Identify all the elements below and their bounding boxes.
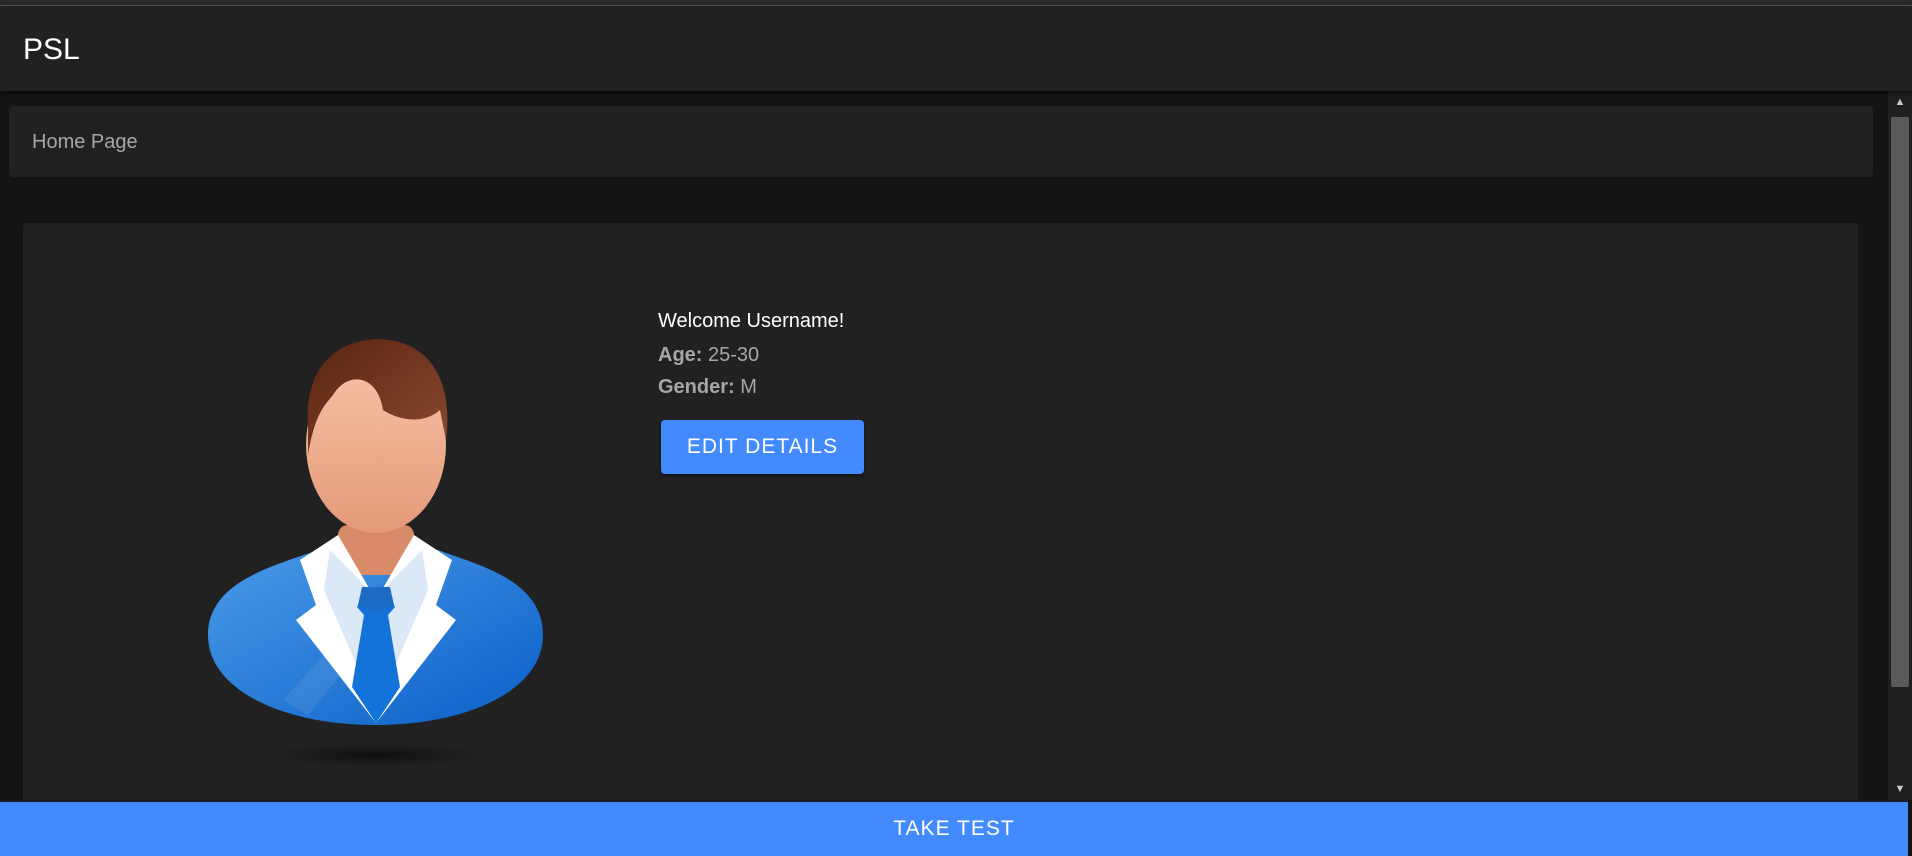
vertical-scrollbar[interactable]: ▲ ▼: [1888, 91, 1912, 800]
app-bar: PSL: [0, 6, 1912, 91]
age-row: Age: 25-30: [658, 343, 759, 367]
gender-label: Gender:: [658, 376, 735, 398]
gender-row: Gender: M: [658, 375, 757, 399]
take-test-label: TAKE TEST: [893, 817, 1015, 840]
breadcrumb: Home Page: [9, 106, 1873, 177]
user-avatar-icon: [208, 339, 543, 767]
take-test-button[interactable]: TAKE TEST: [0, 800, 1908, 856]
welcome-text: Welcome Username!: [658, 310, 845, 332]
main-content: Home Page Welcome Username! Age: 25-30 G…: [0, 91, 1888, 800]
app-title: PSL: [23, 33, 80, 66]
profile-card: Welcome Username! Age: 25-30 Gender: M E…: [23, 223, 1858, 800]
age-value: 25-30: [708, 344, 760, 366]
edit-details-button[interactable]: EDIT DETAILS: [661, 420, 864, 474]
age-label: Age:: [658, 344, 703, 366]
breadcrumb-item-home: Home Page: [32, 131, 138, 153]
scrollbar-thumb[interactable]: [1891, 117, 1909, 687]
scroll-down-arrow-icon[interactable]: ▼: [1888, 780, 1912, 798]
gender-value: M: [740, 376, 757, 398]
scroll-up-arrow-icon[interactable]: ▲: [1888, 93, 1912, 111]
